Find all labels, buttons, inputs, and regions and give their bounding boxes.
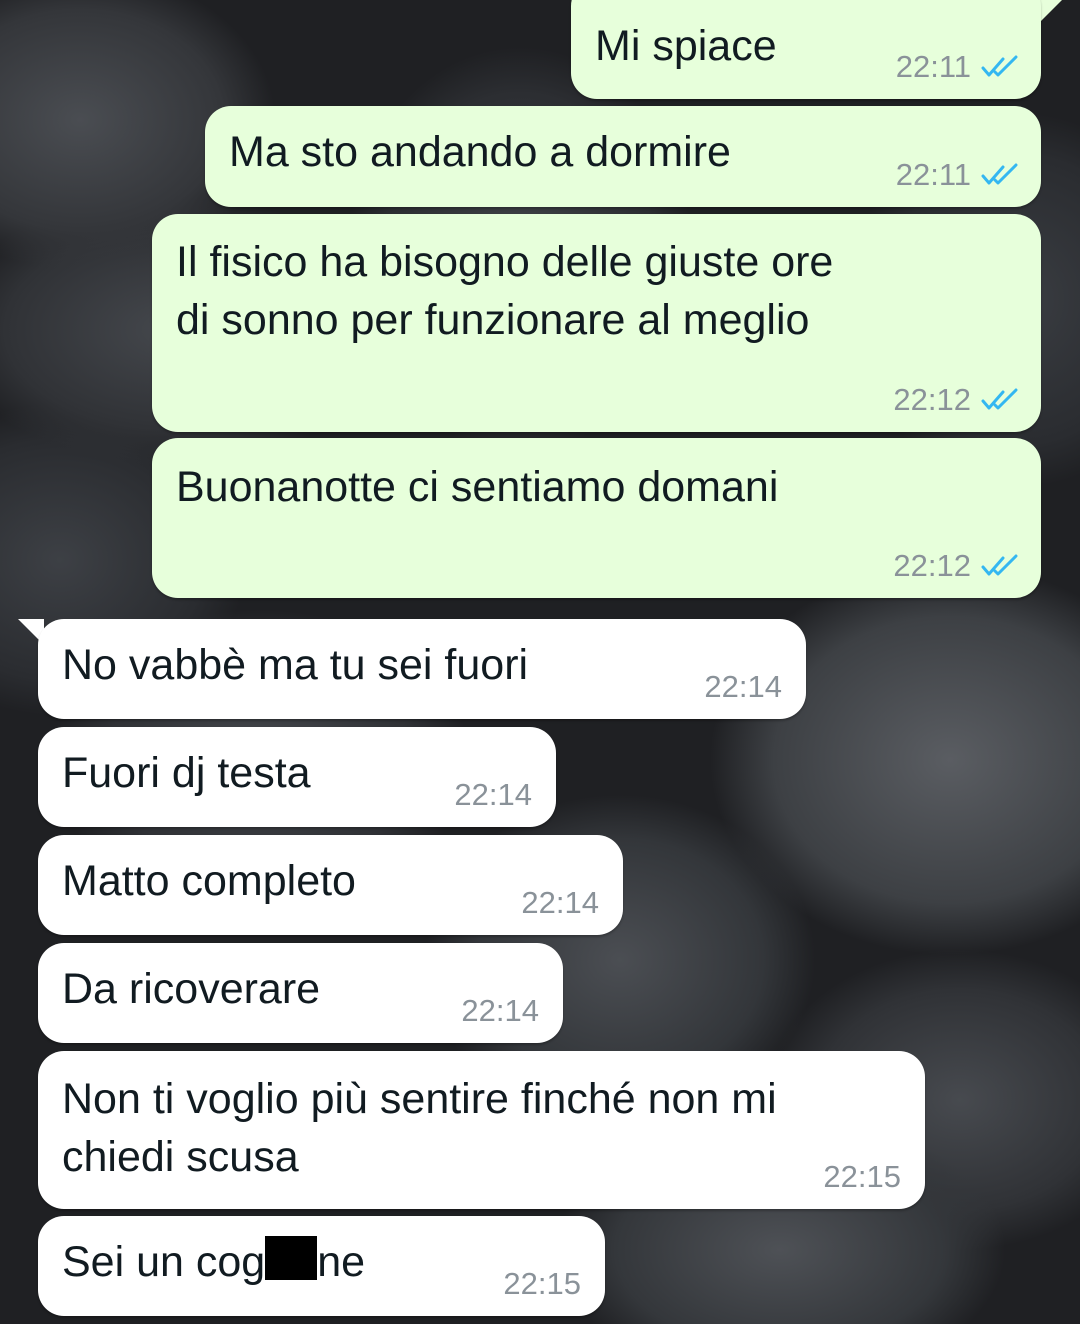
outgoing-message[interactable]: Il fisico ha bisogno delle giuste ore di… — [152, 214, 1041, 432]
message-text: Non ti voglio più sentire finché non mi … — [62, 1075, 777, 1181]
message-time: 22:11 — [895, 157, 971, 192]
message-text: Matto completo — [62, 857, 356, 905]
message-meta: 22:14 — [461, 993, 539, 1029]
message-meta: 22:15 — [503, 1266, 581, 1302]
incoming-message[interactable]: Fuori dj testa 22:14 — [38, 727, 556, 827]
message-text: Buonanotte ci sentiamo domani — [176, 463, 779, 511]
message-text-part: ne — [317, 1238, 366, 1286]
outgoing-message[interactable]: Ma sto andando a dormire 22:11 — [205, 106, 1041, 207]
double-check-icon — [981, 388, 1021, 412]
outgoing-message[interactable]: Buonanotte ci sentiamo domani 22:12 — [152, 438, 1041, 598]
message-time: 22:14 — [521, 885, 599, 920]
double-check-icon — [981, 554, 1021, 578]
message-time: 22:15 — [823, 1159, 901, 1194]
message-time: 22:11 — [895, 49, 971, 84]
incoming-message[interactable]: No vabbè ma tu sei fuori 22:14 — [38, 619, 806, 719]
message-time: 22:15 — [503, 1266, 581, 1301]
message-meta: 22:12 — [893, 382, 1021, 418]
incoming-message[interactable]: Non ti voglio più sentire finché non mi … — [38, 1051, 925, 1209]
message-meta: 22:14 — [454, 777, 532, 813]
message-text: Da ricoverare — [62, 965, 321, 1013]
message-text: Sei un cog ne — [62, 1233, 365, 1291]
message-meta: 22:14 — [521, 885, 599, 921]
message-time: 22:12 — [893, 382, 971, 417]
message-text: Fuori dj testa — [62, 749, 311, 797]
outgoing-message[interactable]: Mi spiace 22:11 — [571, 0, 1041, 99]
message-time: 22:14 — [454, 777, 532, 812]
double-check-icon — [981, 163, 1021, 187]
message-time: 22:14 — [461, 993, 539, 1028]
double-check-icon — [981, 55, 1021, 79]
message-text: No vabbè ma tu sei fuori — [62, 641, 529, 689]
message-meta: 22:15 — [823, 1159, 901, 1195]
message-meta: 22:14 — [704, 669, 782, 705]
message-text: Mi spiace — [595, 22, 777, 70]
redaction-block — [265, 1236, 318, 1280]
message-text: Il fisico ha bisogno delle giuste ore di… — [176, 238, 834, 344]
incoming-message[interactable]: Sei un cog ne 22:15 — [38, 1216, 605, 1316]
message-text: Ma sto andando a dormire — [229, 128, 731, 176]
message-time: 22:12 — [893, 548, 971, 583]
message-text-part: Sei un cog — [62, 1238, 266, 1286]
incoming-message[interactable]: Matto completo 22:14 — [38, 835, 623, 935]
incoming-message[interactable]: Da ricoverare 22:14 — [38, 943, 563, 1043]
message-list[interactable]: Mi spiace 22:11 Ma sto andando a dormire… — [0, 0, 1080, 1324]
message-meta: 22:12 — [893, 548, 1021, 584]
message-meta: 22:11 — [896, 49, 1021, 85]
message-meta: 22:11 — [896, 157, 1021, 193]
message-time: 22:14 — [704, 669, 782, 704]
